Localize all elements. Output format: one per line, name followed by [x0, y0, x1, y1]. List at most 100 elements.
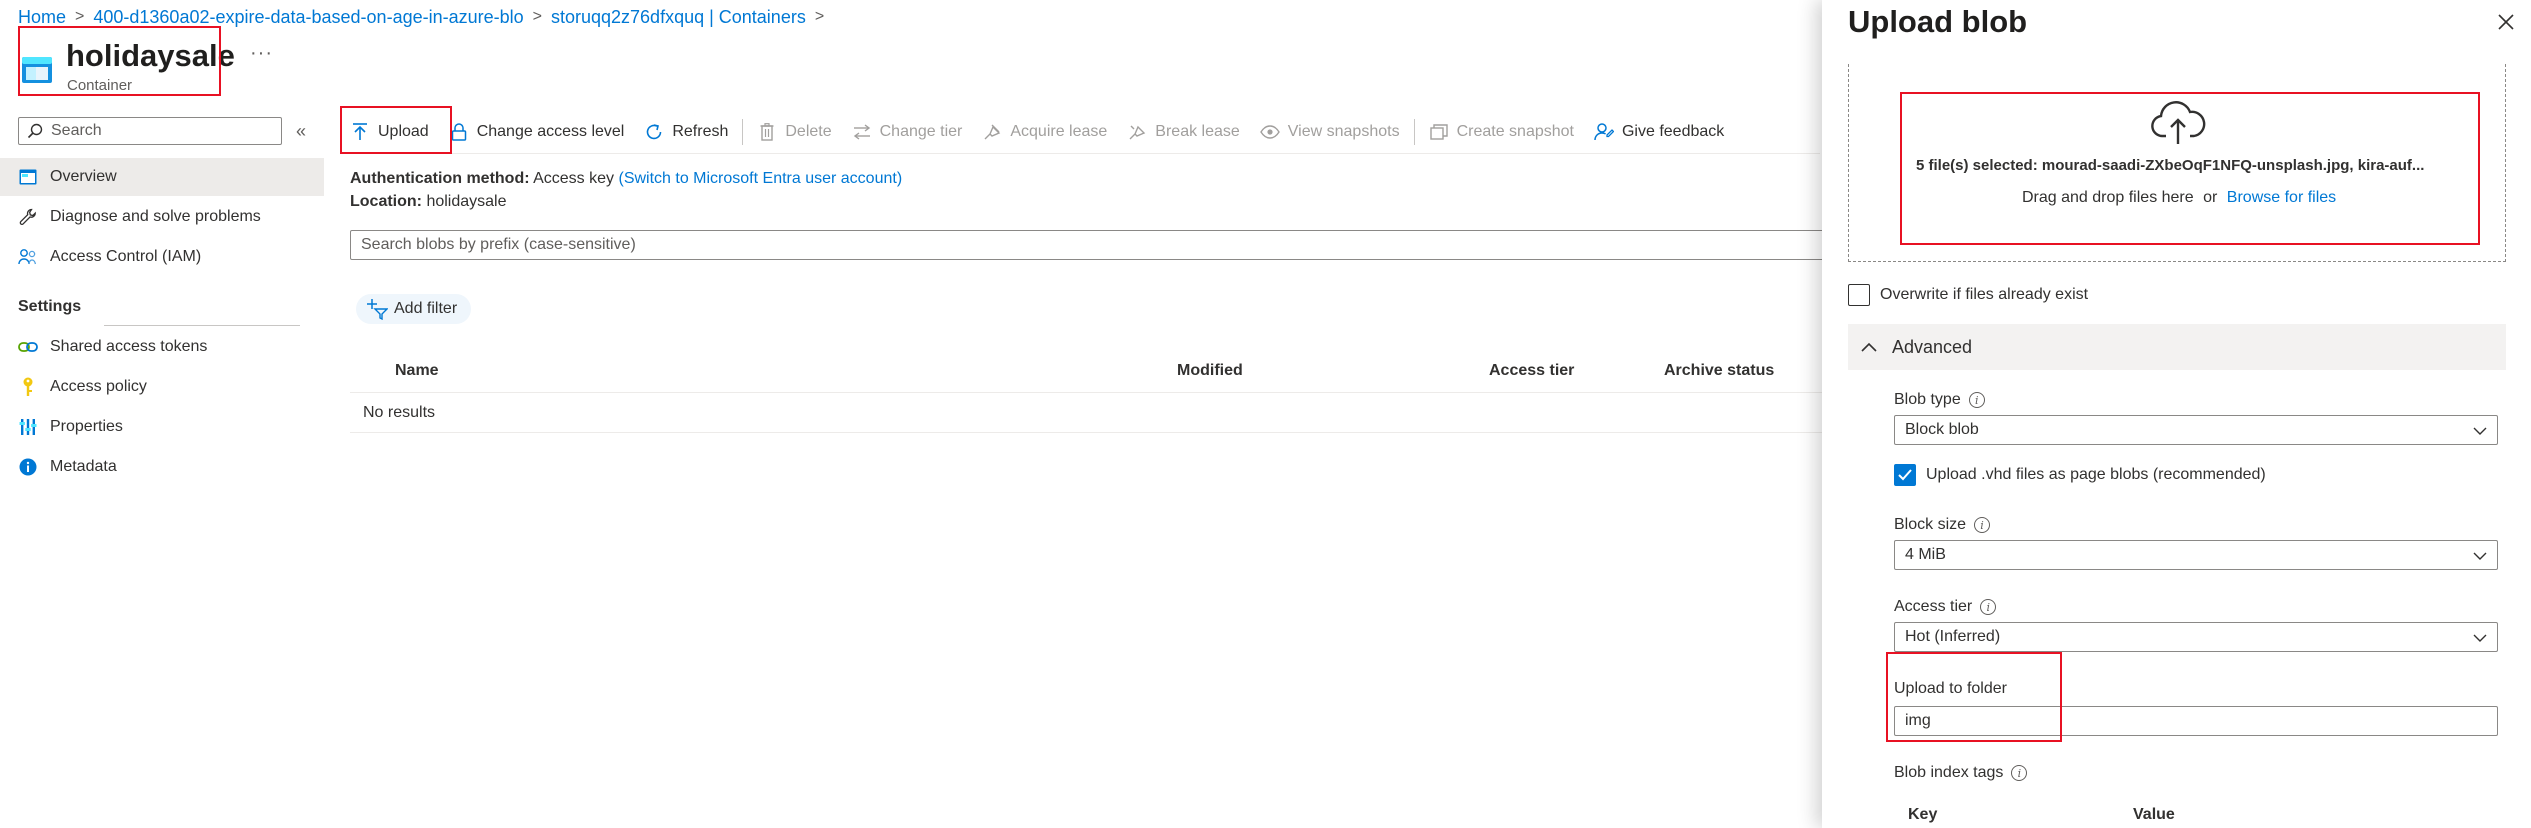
sidebar-item-label: Shared access tokens: [50, 338, 208, 355]
location-value: holidaysale: [426, 193, 507, 210]
column-header-archive-status[interactable]: Archive status: [1664, 362, 1774, 380]
sidebar-search[interactable]: [18, 117, 282, 145]
view-snapshots-button[interactable]: View snapshots: [1250, 112, 1410, 152]
people-icon: [18, 247, 38, 267]
info-icon[interactable]: i: [1980, 599, 1997, 615]
column-header-name[interactable]: Name: [395, 362, 439, 380]
access-tier-label: Access tier i: [1894, 598, 1997, 616]
drag-drop-text: Drag and drop files here or Browse for f…: [2022, 189, 2336, 207]
sidebar-item-label: Properties: [50, 418, 123, 435]
info-icon[interactable]: i: [2011, 765, 2028, 781]
sidebar-item-metadata[interactable]: Metadata: [0, 448, 324, 486]
cloud-upload-icon: [2150, 100, 2206, 146]
snapshot-icon: [1429, 122, 1449, 142]
upload-folder-label-text: Upload to folder: [1894, 680, 2007, 697]
container-icon: [21, 56, 53, 84]
toolbar-separator: [742, 119, 744, 145]
view-snapshots-label: View snapshots: [1287, 123, 1400, 140]
upload-blob-panel: Upload blob 5 file(s) selected: mourad-s…: [1822, 0, 2531, 828]
add-filter-label: Add filter: [394, 300, 458, 317]
column-header-access-tier[interactable]: Access tier: [1489, 362, 1574, 380]
blob-index-tags-label: Blob index tags i: [1894, 764, 2028, 782]
block-size-label: Block size i: [1894, 516, 1991, 534]
blob-prefix-search-input[interactable]: [350, 230, 1830, 260]
column-header-modified[interactable]: Modified: [1177, 362, 1243, 380]
add-filter-icon: [366, 298, 388, 320]
sidebar-item-properties[interactable]: Properties: [0, 408, 324, 446]
chevron-up-icon: [1860, 338, 1878, 356]
change-tier-label: Change tier: [879, 123, 963, 140]
refresh-label: Refresh: [672, 123, 729, 140]
more-options-button[interactable]: ···: [250, 42, 273, 65]
breadcrumb-storage-containers[interactable]: storuqq2z76dfxquq | Containers: [551, 7, 806, 28]
create-snapshot-button[interactable]: Create snapshot: [1419, 112, 1584, 152]
upload-button[interactable]: Upload: [340, 112, 439, 152]
browse-files-link[interactable]: Browse for files: [2227, 189, 2336, 206]
info-icon[interactable]: i: [1968, 392, 1985, 408]
info-icon[interactable]: i: [1974, 517, 1991, 533]
advanced-section-toggle[interactable]: Advanced: [1848, 324, 2506, 370]
properties-icon: [18, 417, 38, 437]
access-tier-dropdown[interactable]: Hot (Inferred): [1894, 622, 2498, 652]
refresh-button[interactable]: Refresh: [634, 112, 738, 152]
breadcrumb: Home > 400-d1360a02-expire-data-based-on…: [18, 4, 833, 30]
blob-index-tags-label-text: Blob index tags: [1894, 764, 2004, 781]
acquire-lease-button[interactable]: Acquire lease: [972, 112, 1117, 152]
sidebar-divider: [104, 325, 300, 326]
sidebar-search-input[interactable]: [51, 122, 271, 140]
advanced-label: Advanced: [1892, 336, 1973, 357]
upload-label: Upload: [378, 123, 429, 140]
break-lease-label: Break lease: [1155, 123, 1240, 140]
breadcrumb-separator: >: [75, 8, 85, 25]
switch-auth-link[interactable]: (Switch to Microsoft Entra user account): [618, 170, 902, 187]
sidebar-item-iam[interactable]: Access Control (IAM): [0, 238, 324, 276]
upload-folder-label: Upload to folder: [1894, 680, 2007, 698]
page-title: holidaysale: [66, 38, 235, 73]
vhd-checkbox-row[interactable]: Upload .vhd files as page blobs (recomme…: [1894, 464, 2266, 486]
vhd-page-blob-checkbox[interactable]: [1894, 464, 1916, 486]
command-bar: Upload Change access level Refresh Delet…: [340, 112, 1734, 152]
breadcrumb-resource-group[interactable]: 400-d1360a02-expire-data-based-on-age-in…: [93, 7, 523, 28]
breadcrumb-home[interactable]: Home: [18, 7, 66, 28]
auth-label: Authentication method:: [350, 170, 530, 187]
block-size-dropdown[interactable]: 4 MiB: [1894, 540, 2498, 570]
search-icon: [27, 123, 43, 139]
page-subtitle: Container: [67, 77, 133, 94]
overwrite-checkbox-row[interactable]: Overwrite if files already exist: [1848, 284, 2088, 306]
sidebar-item-diagnose[interactable]: Diagnose and solve problems: [0, 198, 324, 236]
sidebar-item-label: Diagnose and solve problems: [50, 208, 261, 225]
trash-icon: [757, 122, 777, 142]
breadcrumb-separator: >: [814, 8, 825, 25]
change-access-level-button[interactable]: Change access level: [439, 112, 635, 152]
break-lease-button[interactable]: Break lease: [1117, 112, 1250, 152]
upload-folder-input[interactable]: [1894, 706, 2498, 736]
overwrite-label: Overwrite if files already exist: [1880, 286, 2089, 303]
tag-key-header: Key: [1908, 806, 1938, 823]
sidebar-item-overview[interactable]: Overview: [0, 158, 324, 196]
or-label: or: [2203, 189, 2218, 206]
sidebar-item-access-policy[interactable]: Access policy: [0, 368, 324, 406]
files-selected-text: 5 file(s) selected: mourad-saadi-ZXbeOqF…: [1916, 157, 2425, 174]
change-tier-button[interactable]: Change tier: [842, 112, 973, 152]
close-icon[interactable]: [2496, 12, 2516, 32]
give-feedback-button[interactable]: Give feedback: [1584, 112, 1734, 152]
access-tier-value: Hot (Inferred): [1905, 628, 2001, 645]
blob-type-dropdown[interactable]: Block blob: [1894, 415, 2498, 445]
collapse-sidebar-button[interactable]: «: [296, 121, 306, 142]
chevron-down-icon: [2473, 424, 2487, 438]
sidebar-item-label: Access Control (IAM): [50, 248, 202, 265]
delete-label: Delete: [785, 123, 832, 140]
block-size-value: 4 MiB: [1905, 546, 1946, 563]
blob-type-label-text: Blob type: [1894, 391, 1961, 408]
access-tier-label-text: Access tier: [1894, 598, 1973, 615]
blob-type-value: Block blob: [1905, 421, 1979, 438]
delete-button[interactable]: Delete: [747, 112, 841, 152]
overwrite-checkbox[interactable]: [1848, 284, 1870, 306]
feedback-icon: [1594, 122, 1614, 142]
authentication-method: Authentication method: Access key (Switc…: [350, 170, 902, 188]
add-filter-button[interactable]: Add filter: [356, 294, 472, 324]
sidebar-item-shared-access-tokens[interactable]: Shared access tokens: [0, 328, 324, 366]
table-header-divider: [350, 392, 1830, 393]
block-size-label-text: Block size: [1894, 516, 1967, 533]
refresh-icon: [644, 122, 664, 142]
